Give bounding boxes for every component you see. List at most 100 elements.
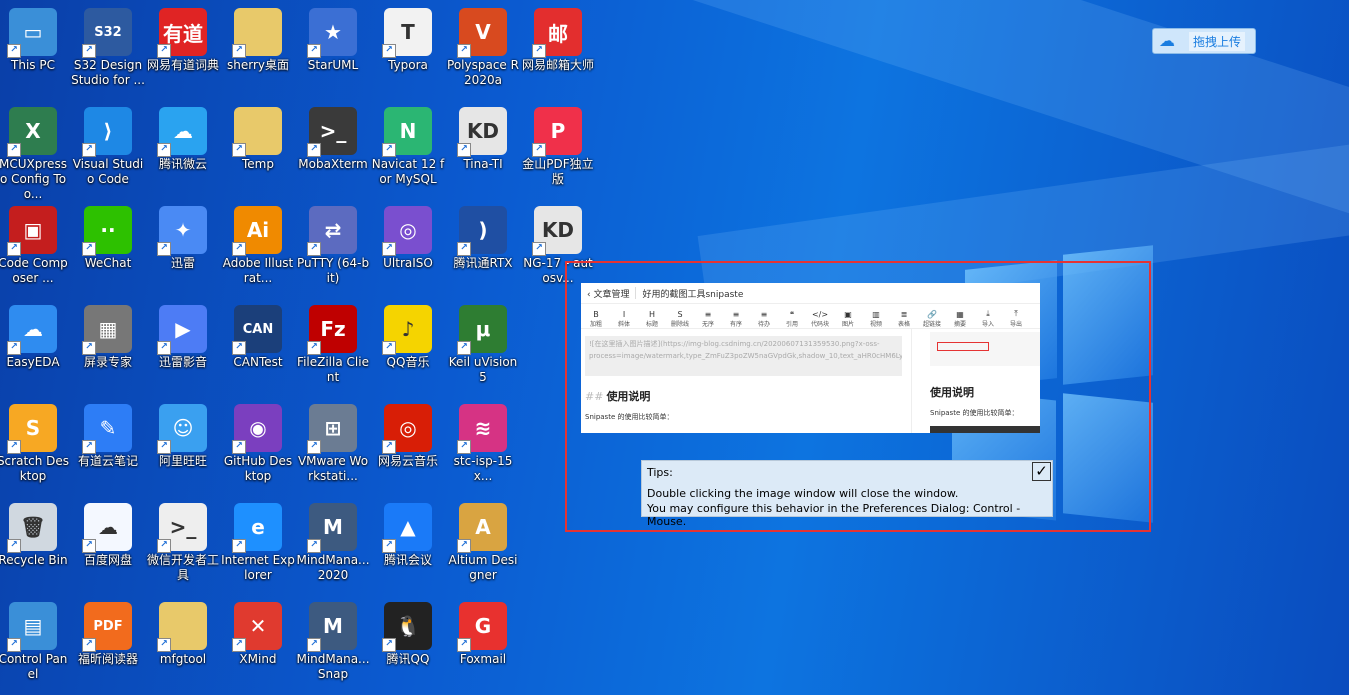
- netease-mail-icon: 邮 ↗: [532, 8, 582, 58]
- desktop-icon[interactable]: ☁ ↗ 腾讯微云: [146, 101, 220, 199]
- desktop-icon-label: 迅雷影音: [158, 355, 207, 369]
- typora-icon: T ↗: [382, 8, 432, 58]
- shortcut-arrow-icon: ↗: [82, 341, 96, 355]
- keil-icon: μ ↗: [457, 305, 507, 355]
- toolbar-glyph: ▦: [956, 310, 964, 319]
- shortcut-arrow-icon: ↗: [232, 143, 246, 157]
- editor-toolbar-button: I 斜体: [613, 310, 635, 328]
- shortcut-arrow-icon: ↗: [7, 539, 21, 553]
- desktop-icon[interactable]: V ↗ Polyspace R2020a: [446, 2, 520, 100]
- desktop-icon[interactable]: >_ ↗ 微信开发者工具: [146, 497, 220, 595]
- editor-toolbar-button: ≣ 表格: [893, 310, 915, 328]
- desktop-icon[interactable]: M ↗ MindMana... Snap: [296, 596, 370, 694]
- desktop-icon[interactable]: ⟩ ↗ Visual Studio Code: [71, 101, 145, 199]
- desktop-icon[interactable]: M ↗ MindMana... 2020: [296, 497, 370, 595]
- desktop-icon[interactable]: X ↗ MCUXpresso Config Too...: [0, 101, 70, 201]
- ccs-icon: ▣ ↗: [7, 206, 57, 256]
- desktop-icon[interactable]: 🗑 ↗ Recycle Bin: [0, 497, 70, 595]
- toolbar-label: 视频: [869, 321, 882, 328]
- desktop-icon[interactable]: P ↗ 金山PDF独立版: [521, 101, 595, 199]
- desktop-icon[interactable]: ↗ Temp: [221, 101, 295, 199]
- desktop-icon[interactable]: 邮 ↗ 网易邮箱大师: [521, 2, 595, 100]
- desktop-icon-label: Typora: [388, 58, 428, 72]
- shortcut-arrow-icon: ↗: [307, 143, 321, 157]
- desktop-icon[interactable]: ♪ ↗ QQ音乐: [371, 299, 445, 397]
- toolbar-label: 删除线: [670, 321, 689, 328]
- desktop-icon[interactable]: ▲ ↗ 腾讯会议: [371, 497, 445, 595]
- toolbar-label: 图片: [841, 321, 854, 328]
- toolbar-label: 待办: [757, 321, 770, 328]
- desktop-icon[interactable]: ▤ ↗ Control Panel: [0, 596, 70, 694]
- s32ds-icon: S32 ↗: [82, 8, 132, 58]
- desktop-icon[interactable]: ) ↗ 腾讯通RTX: [446, 200, 520, 298]
- desktop-icon[interactable]: 有道 ↗ 网易有道词典: [146, 2, 220, 100]
- desktop-icon[interactable]: ≋ ↗ stc-isp-15x...: [446, 398, 520, 496]
- desktop-icon-label: 微信开发者工具: [146, 553, 219, 582]
- desktop-icon[interactable]: KD ↗ Tina-TI: [446, 101, 520, 199]
- desktop-icon[interactable]: G ↗ Foxmail: [446, 596, 520, 694]
- shortcut-arrow-icon: ↗: [382, 44, 396, 58]
- desktop-icon-label: Keil uVision5: [448, 355, 518, 384]
- desktop-icon[interactable]: ⊞ ↗ VMware Workstati...: [296, 398, 370, 496]
- desktop-icon-label: StarUML: [307, 58, 359, 72]
- desktop-icon[interactable]: ◎ ↗ 网易云音乐: [371, 398, 445, 496]
- editor-toolbar-button: ⤒ 导出: [1005, 309, 1027, 328]
- folder-icon: ↗: [232, 107, 282, 157]
- desktop-icon[interactable]: ▭ ↗ This PC: [0, 2, 70, 100]
- shortcut-arrow-icon: ↗: [307, 341, 321, 355]
- desktop-icon[interactable]: ⇄ ↗ PuTTY (64-bit): [296, 200, 370, 298]
- desktop-icon[interactable]: ▣ ↗ Code Composer ...: [0, 200, 70, 298]
- desktop-icon[interactable]: ☁ ↗ 百度网盘: [71, 497, 145, 595]
- desktop-icon-label: MindMana... 2020: [296, 553, 370, 582]
- youdao-note-icon: ✎ ↗: [82, 404, 132, 454]
- desktop-icon[interactable]: e ↗ Internet Explorer: [221, 497, 295, 595]
- desktop-icon[interactable]: S32 ↗ S32 Design Studio for ...: [71, 2, 145, 100]
- desktop-icon[interactable]: μ ↗ Keil uVision5: [446, 299, 520, 397]
- desktop-icon[interactable]: ☺ ↗ 阿里旺旺: [146, 398, 220, 496]
- toolbar-glyph: ❝: [789, 310, 795, 319]
- stc-isp-icon: ≋ ↗: [457, 404, 507, 454]
- drag-upload-button[interactable]: ☁ 拖拽上传: [1152, 28, 1256, 54]
- desktop-icon[interactable]: ◉ ↗ GitHub Desktop: [221, 398, 295, 496]
- desktop-icon[interactable]: ↗ sherry桌面: [221, 2, 295, 100]
- desktop-icon-label: Polyspace R2020a: [447, 58, 519, 87]
- shortcut-arrow-icon: ↗: [457, 341, 471, 355]
- toolbar-glyph: S: [677, 310, 683, 319]
- desktop-icon[interactable]: ★ ↗ StarUML: [296, 2, 370, 100]
- desktop-icon[interactable]: >_ ↗ MobaXterm: [296, 101, 370, 199]
- screen-record-icon: ▦ ↗: [82, 305, 132, 355]
- xunlei-video-icon: ▶ ↗: [157, 305, 207, 355]
- desktop-icon-label: sherry桌面: [227, 58, 289, 72]
- desktop-icon[interactable]: A ↗ Altium Designer: [446, 497, 520, 595]
- pinned-screenshot[interactable]: ‹ 文章管理 好用的截图工具snipaste B 加粗 I 斜体 H 标题 S 删除线 ≡ 无序 ≡…: [581, 283, 1040, 433]
- desktop-icon-label: MindMana... Snap: [296, 652, 370, 681]
- desktop-icon[interactable]: PDF ↗ 福昕阅读器: [71, 596, 145, 694]
- weiyun-icon: ☁ ↗: [157, 107, 207, 157]
- shortcut-arrow-icon: ↗: [457, 242, 471, 256]
- shortcut-arrow-icon: ↗: [7, 143, 21, 157]
- desktop-icon[interactable]: ·· ↗ WeChat: [71, 200, 145, 298]
- desktop-icon[interactable]: ▶ ↗ 迅雷影音: [146, 299, 220, 397]
- shortcut-arrow-icon: ↗: [457, 143, 471, 157]
- shortcut-arrow-icon: ↗: [82, 242, 96, 256]
- desktop-icon[interactable]: 🐧 ↗ 腾讯QQ: [371, 596, 445, 694]
- desktop-icon[interactable]: ↗ mfgtool: [146, 596, 220, 694]
- desktop-icon[interactable]: ✕ ↗ XMind: [221, 596, 295, 694]
- desktop-icon[interactable]: S ↗ Scratch Desktop: [0, 398, 70, 496]
- shortcut-arrow-icon: ↗: [157, 242, 171, 256]
- folder-icon: ↗: [157, 602, 207, 652]
- desktop-icon[interactable]: ◎ ↗ UltraISO: [371, 200, 445, 298]
- desktop-icon[interactable]: ☁ ↗ EasyEDA: [0, 299, 70, 397]
- tips-dismiss-checkbox[interactable]: ✓: [1032, 462, 1051, 481]
- desktop-icon[interactable]: ✦ ↗ 迅雷: [146, 200, 220, 298]
- desktop-icon[interactable]: ▦ ↗ 屏录专家: [71, 299, 145, 397]
- shortcut-arrow-icon: ↗: [382, 638, 396, 652]
- desktop-icon[interactable]: ✎ ↗ 有道云笔记: [71, 398, 145, 496]
- desktop-icon[interactable]: CAN ↗ CANTest: [221, 299, 295, 397]
- desktop-icon[interactable]: N ↗ Navicat 12 for MySQL: [371, 101, 445, 199]
- desktop-icon[interactable]: Ai ↗ Adobe Illustrat...: [221, 200, 295, 298]
- desktop-icon[interactable]: Fz ↗ FileZilla Client: [296, 299, 370, 397]
- toolbar-label: 斜体: [617, 321, 630, 328]
- desktop-icon[interactable]: T ↗ Typora: [371, 2, 445, 100]
- easyeda-icon: ☁ ↗: [7, 305, 57, 355]
